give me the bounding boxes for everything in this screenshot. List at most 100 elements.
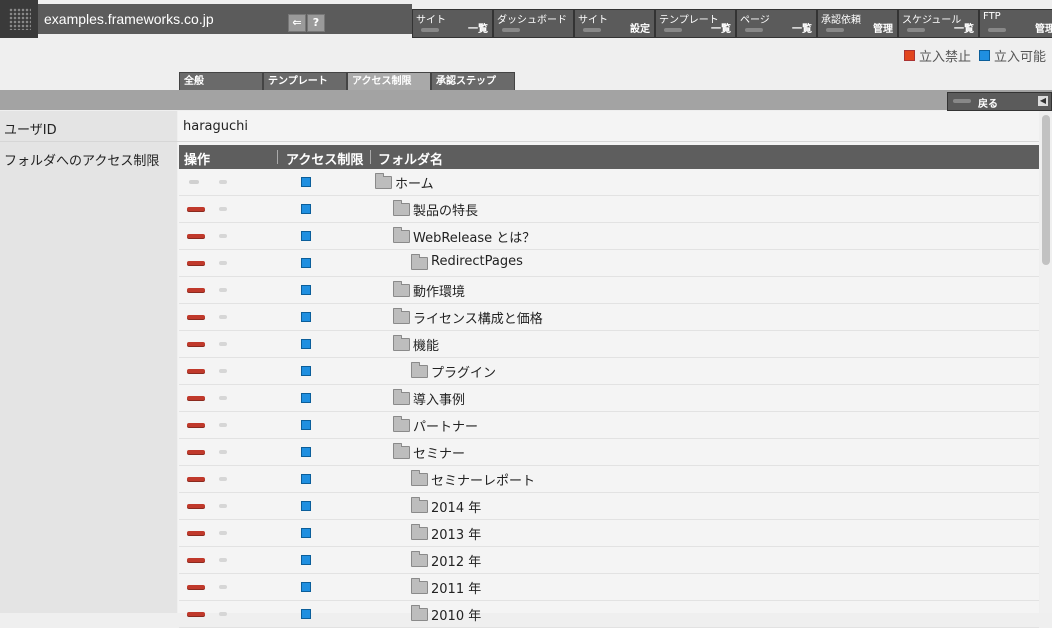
- delete-rule-icon[interactable]: [187, 558, 205, 562]
- folder-name: 2012 年: [431, 555, 482, 570]
- delete-rule-icon[interactable]: [187, 477, 205, 481]
- access-allowed-icon[interactable]: [301, 501, 311, 511]
- menu-item-title: サイト: [416, 15, 446, 26]
- access-allowed-icon[interactable]: [301, 582, 311, 592]
- app-logo[interactable]: [0, 0, 38, 38]
- menu-item-0[interactable]: サイト 一覧: [412, 9, 493, 38]
- delete-rule-icon[interactable]: [187, 369, 205, 373]
- table-row: パートナー: [179, 412, 1039, 439]
- folder-name: 動作環境: [413, 285, 466, 300]
- delete-rule-icon[interactable]: [187, 315, 205, 319]
- allowed-legend-icon: [978, 50, 990, 61]
- delete-rule-icon[interactable]: [187, 207, 205, 211]
- menu-item-action: 管理: [1035, 24, 1052, 35]
- access-allowed-icon[interactable]: [301, 312, 311, 322]
- access-allowed-icon[interactable]: [301, 528, 311, 538]
- folder-access-label: フォルダへのアクセス制限: [4, 154, 160, 169]
- folder-name: パートナー: [413, 420, 479, 435]
- delete-rule-icon[interactable]: [187, 396, 205, 400]
- scroll-thumb[interactable]: [1042, 115, 1050, 265]
- table-row: 2010 年: [179, 601, 1039, 628]
- menu-item-action: 一覧: [954, 24, 974, 35]
- access-allowed-icon[interactable]: [301, 339, 311, 349]
- access-allowed-icon[interactable]: [301, 447, 311, 457]
- row-divider: [0, 141, 1039, 142]
- folder-icon: [393, 227, 410, 243]
- access-allowed-icon[interactable]: [301, 609, 311, 619]
- folder-name: セミナー: [413, 447, 466, 462]
- delete-rule-icon[interactable]: [187, 531, 205, 535]
- add-rule-icon: [219, 369, 227, 373]
- menu-item-1[interactable]: ダッシュボード: [493, 9, 574, 38]
- header-bar: examples.frameworks.co.jp ⇐ ? サイト 一覧 ダッシュボ…: [0, 0, 1052, 38]
- folder-icon: [375, 173, 392, 189]
- back-button[interactable]: 戻る ◀: [947, 92, 1052, 111]
- folder-name: RedirectPages: [431, 254, 523, 269]
- table-row: 製品の特長: [179, 196, 1039, 223]
- table-row: ライセンス構成と価格: [179, 304, 1039, 331]
- folder-icon: [393, 200, 410, 216]
- menu-item-2[interactable]: サイト 設定: [574, 9, 655, 38]
- col-operation: 操作: [184, 153, 211, 168]
- menu-pill-icon: [907, 28, 925, 32]
- delete-rule-icon[interactable]: [187, 288, 205, 292]
- add-rule-icon: [219, 504, 227, 508]
- table-header: 操作 アクセス制限 フォルダ名: [179, 145, 1039, 169]
- menu-item-4[interactable]: ページ 一覧: [736, 9, 817, 38]
- folder-name: 機能: [413, 339, 440, 354]
- menu-pill-icon: [583, 28, 601, 32]
- menu-item-title: ページ: [740, 15, 770, 26]
- table-row: 導入事例: [179, 385, 1039, 412]
- back-pill-icon: [953, 99, 971, 103]
- tab-general[interactable]: 全般: [179, 72, 263, 90]
- access-allowed-icon[interactable]: [301, 555, 311, 565]
- site-title-bar: examples.frameworks.co.jp: [38, 4, 412, 34]
- access-allowed-icon[interactable]: [301, 420, 311, 430]
- tab-bar: 全般 テンプレート アクセス制限 承認ステップ: [179, 72, 515, 90]
- tab-access-restriction[interactable]: アクセス制限: [347, 72, 431, 90]
- tab-approval-step[interactable]: 承認ステップ: [431, 72, 515, 90]
- access-allowed-icon[interactable]: [301, 231, 311, 241]
- table-row: 2012 年: [179, 547, 1039, 574]
- menu-item-3[interactable]: テンプレート 一覧: [655, 9, 736, 38]
- folder-icon: [411, 524, 428, 540]
- add-rule-icon: [219, 180, 227, 184]
- tab-template[interactable]: テンプレート: [263, 72, 347, 90]
- back-arrow-icon: ◀: [1038, 96, 1048, 106]
- table-row: 2013 年: [179, 520, 1039, 547]
- menu-item-6[interactable]: スケジュール 一覧: [898, 9, 979, 38]
- delete-rule-icon[interactable]: [187, 234, 205, 238]
- legend-allowed: 立入可能: [993, 50, 1046, 65]
- delete-rule-icon[interactable]: [187, 450, 205, 454]
- access-allowed-icon[interactable]: [301, 177, 311, 187]
- table-row: セミナーレポート: [179, 466, 1039, 493]
- help-icon[interactable]: ?: [307, 14, 325, 32]
- scrollbar[interactable]: [1040, 111, 1052, 613]
- delete-rule-icon[interactable]: [187, 585, 205, 589]
- folder-name: 製品の特長: [413, 204, 479, 219]
- menu-item-title: スケジュール: [902, 15, 962, 26]
- menu-pill-icon: [988, 28, 1006, 32]
- folder-icon: [393, 281, 410, 297]
- legend-forbidden: 立入禁止: [918, 50, 971, 65]
- access-allowed-icon[interactable]: [301, 204, 311, 214]
- delete-rule-icon[interactable]: [187, 423, 205, 427]
- menu-item-title: FTP: [983, 11, 1001, 22]
- site-switch-icon[interactable]: ⇐: [288, 14, 306, 32]
- back-label: 戻る: [978, 99, 998, 110]
- menu-item-title: ダッシュボード: [497, 15, 567, 26]
- delete-rule-icon[interactable]: [187, 261, 205, 265]
- delete-rule-icon[interactable]: [187, 504, 205, 508]
- access-allowed-icon[interactable]: [301, 258, 311, 268]
- access-allowed-icon[interactable]: [301, 474, 311, 484]
- access-allowed-icon[interactable]: [301, 285, 311, 295]
- menu-pill-icon: [421, 28, 439, 32]
- delete-rule-icon[interactable]: [187, 342, 205, 346]
- access-allowed-icon[interactable]: [301, 393, 311, 403]
- menu-item-7[interactable]: FTP 管理: [979, 9, 1052, 38]
- add-rule-icon: [219, 315, 227, 319]
- folder-name: 2010 年: [431, 609, 482, 624]
- access-allowed-icon[interactable]: [301, 366, 311, 376]
- menu-item-5[interactable]: 承認依頼 管理: [817, 9, 898, 38]
- menu-item-title: サイト: [578, 15, 608, 26]
